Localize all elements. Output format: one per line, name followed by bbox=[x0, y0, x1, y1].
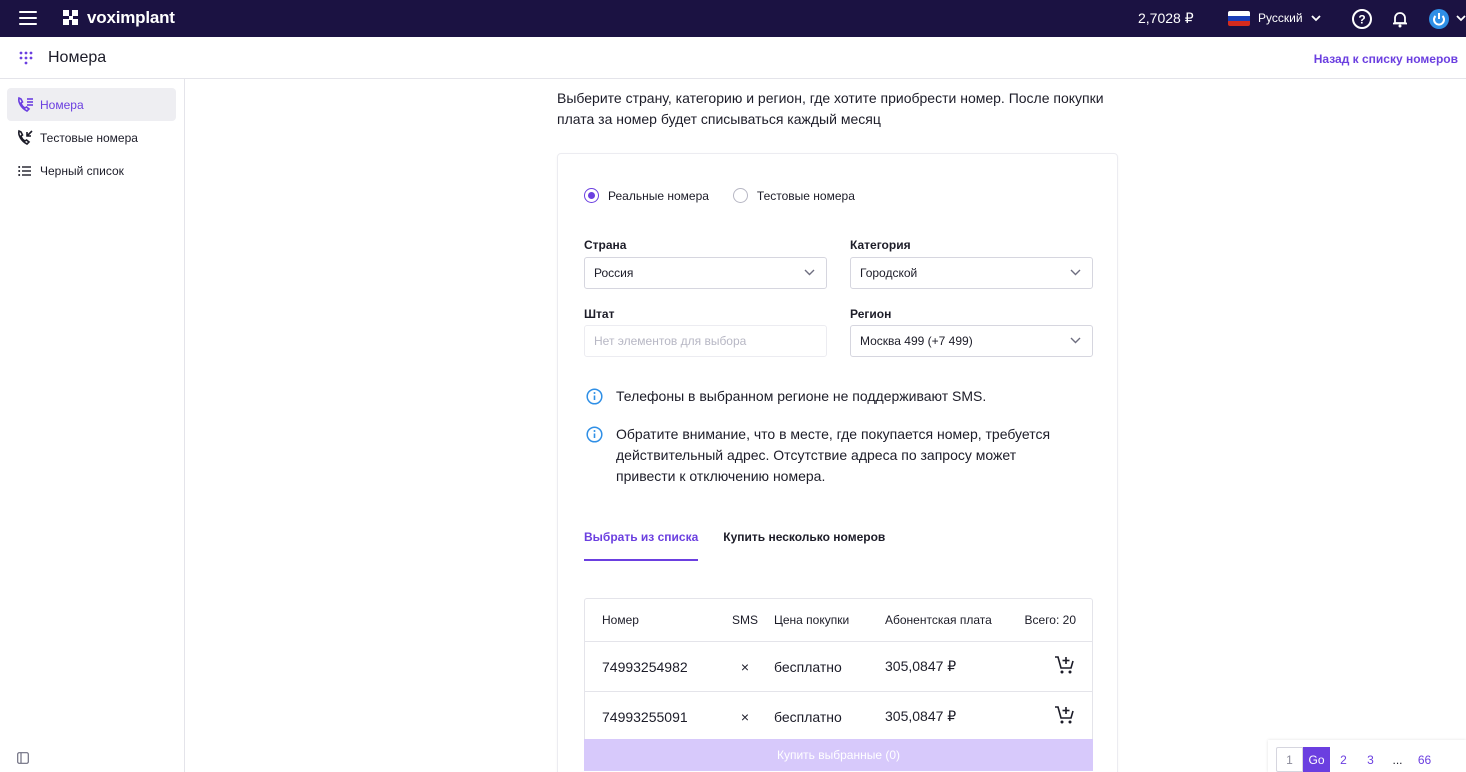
chevron-down-icon bbox=[804, 269, 815, 276]
sidebar-item-label: Черный список bbox=[40, 163, 124, 178]
country-value: Россия bbox=[594, 266, 634, 280]
notice-text: Телефоны в выбранном регионе не поддержи… bbox=[616, 388, 987, 404]
power-account-icon[interactable] bbox=[1428, 8, 1450, 30]
apps-grid-icon[interactable] bbox=[19, 51, 33, 65]
country-label: Страна bbox=[584, 238, 627, 252]
page-2[interactable]: 2 bbox=[1330, 747, 1357, 772]
region-value: Москва 499 (+7 499) bbox=[860, 334, 973, 348]
state-label: Штат bbox=[584, 307, 615, 321]
category-value: Городской bbox=[860, 266, 918, 280]
russia-flag-icon bbox=[1228, 11, 1250, 26]
logo-text: voximplant bbox=[87, 8, 175, 27]
sms-notice: Телефоны в выбранном регионе не поддержи… bbox=[586, 386, 1086, 407]
row-price: бесплатно bbox=[774, 658, 842, 675]
logo[interactable]: voximplant bbox=[60, 7, 175, 29]
state-placeholder: Нет элементов для выбора bbox=[594, 334, 747, 348]
bell-icon[interactable] bbox=[1389, 8, 1411, 30]
balance[interactable]: 2,7028 ₽ bbox=[1138, 10, 1194, 27]
category-label: Категория bbox=[850, 238, 911, 252]
sidebar-collapse-icon[interactable] bbox=[17, 752, 29, 764]
header-number: Номер bbox=[602, 613, 639, 627]
sidebar: Номера Тестовые номера Черный список bbox=[0, 79, 185, 772]
notice-text: Обратите внимание, что в месте, где поку… bbox=[616, 426, 1051, 484]
back-to-numbers-link[interactable]: Назад к списку номеров bbox=[1314, 52, 1458, 66]
row-sms: × bbox=[740, 708, 750, 725]
country-select[interactable]: Россия bbox=[584, 257, 827, 289]
info-icon bbox=[586, 388, 603, 405]
menu-icon[interactable] bbox=[19, 11, 37, 25]
row-fee: 305,0847 ₽ bbox=[885, 708, 957, 724]
region-select[interactable]: Москва 499 (+7 499) bbox=[850, 325, 1093, 357]
region-label: Регион bbox=[850, 307, 892, 321]
tab-from-list[interactable]: Выбрать из списка bbox=[584, 530, 699, 561]
row-number: 74993255091 bbox=[602, 708, 688, 725]
address-notice: Обратите внимание, что в месте, где поку… bbox=[586, 424, 1056, 487]
voximplant-logo-icon bbox=[63, 10, 78, 25]
row-price: бесплатно bbox=[774, 708, 842, 725]
table-row[interactable]: 74993255091 × бесплатно 305,0847 ₽ bbox=[585, 692, 1092, 742]
buy-number-card: Реальные номера Тестовые номера Страна Р… bbox=[557, 153, 1118, 772]
header-total: Всего: 20 bbox=[1024, 613, 1076, 627]
row-number: 74993254982 bbox=[602, 658, 688, 675]
sidebar-item-label: Тестовые номера bbox=[40, 130, 138, 145]
page-first[interactable]: 1 bbox=[1276, 747, 1303, 772]
radio-label: Реальные номера bbox=[608, 188, 709, 203]
sub-header: Номера Назад к списку номеров bbox=[0, 37, 1466, 79]
add-to-cart-icon[interactable] bbox=[1054, 655, 1076, 675]
language-selector[interactable]: Русский bbox=[1258, 11, 1321, 25]
info-icon bbox=[586, 426, 603, 443]
radio-real-numbers[interactable]: Реальные номера bbox=[584, 188, 709, 203]
radio-checked-icon bbox=[584, 188, 599, 203]
svg-text:?: ? bbox=[1358, 13, 1365, 27]
page-go-button[interactable]: Go bbox=[1303, 747, 1330, 772]
phone-incoming-icon bbox=[16, 129, 34, 147]
buy-selected-button[interactable]: Купить выбранные (0) bbox=[584, 739, 1093, 771]
number-type-radio-group: Реальные номера Тестовые номера bbox=[584, 188, 855, 203]
tab-buy-multiple[interactable]: Купить несколько номеров bbox=[723, 530, 885, 561]
sidebar-item-label: Номера bbox=[40, 97, 84, 112]
purchase-tabs: Выбрать из списка Купить несколько номер… bbox=[584, 530, 885, 561]
help-icon[interactable]: ? bbox=[1351, 8, 1373, 30]
chevron-down-icon bbox=[1310, 14, 1321, 21]
chevron-down-icon bbox=[1070, 337, 1081, 344]
top-bar: voximplant 2,7028 ₽ Русский ? bbox=[0, 0, 1466, 37]
radio-label: Тестовые номера bbox=[756, 188, 855, 203]
row-fee: 305,0847 ₽ bbox=[885, 658, 957, 674]
radio-test-numbers[interactable]: Тестовые номера bbox=[732, 188, 855, 203]
state-select: Нет элементов для выбора bbox=[584, 325, 827, 357]
header-fee: Абонентская плата bbox=[885, 613, 992, 627]
numbers-table: Номер SMS Цена покупки Абонентская плата… bbox=[584, 598, 1093, 743]
table-header: Номер SMS Цена покупки Абонентская плата… bbox=[585, 599, 1092, 642]
intro-text: Выберите страну, категорию и регион, где… bbox=[557, 90, 1104, 127]
add-to-cart-icon[interactable] bbox=[1054, 705, 1076, 725]
page-last[interactable]: 66 bbox=[1411, 747, 1438, 772]
pagination: 1 Go 2 3 ... 66 bbox=[1268, 740, 1466, 772]
row-sms: × bbox=[740, 658, 750, 675]
radio-unchecked-icon bbox=[732, 188, 748, 203]
chevron-down-icon bbox=[1070, 269, 1081, 276]
header-sms: SMS bbox=[731, 613, 758, 627]
table-row[interactable]: 74993254982 × бесплатно 305,0847 ₽ bbox=[585, 642, 1092, 692]
sidebar-item-numbers[interactable]: Номера bbox=[7, 88, 176, 121]
list-icon bbox=[16, 162, 34, 180]
language-label: Русский bbox=[1258, 11, 1303, 25]
phone-list-icon bbox=[16, 96, 34, 114]
page-ellipsis: ... bbox=[1392, 752, 1403, 767]
header-price: Цена покупки bbox=[774, 613, 850, 627]
category-select[interactable]: Городской bbox=[850, 257, 1093, 289]
sidebar-item-test-numbers[interactable]: Тестовые номера bbox=[7, 121, 176, 154]
page-3[interactable]: 3 bbox=[1357, 747, 1384, 772]
page-title: Номера bbox=[48, 49, 107, 66]
account-chevron-icon[interactable] bbox=[1456, 15, 1466, 22]
sidebar-item-blacklist[interactable]: Черный список bbox=[7, 154, 176, 187]
